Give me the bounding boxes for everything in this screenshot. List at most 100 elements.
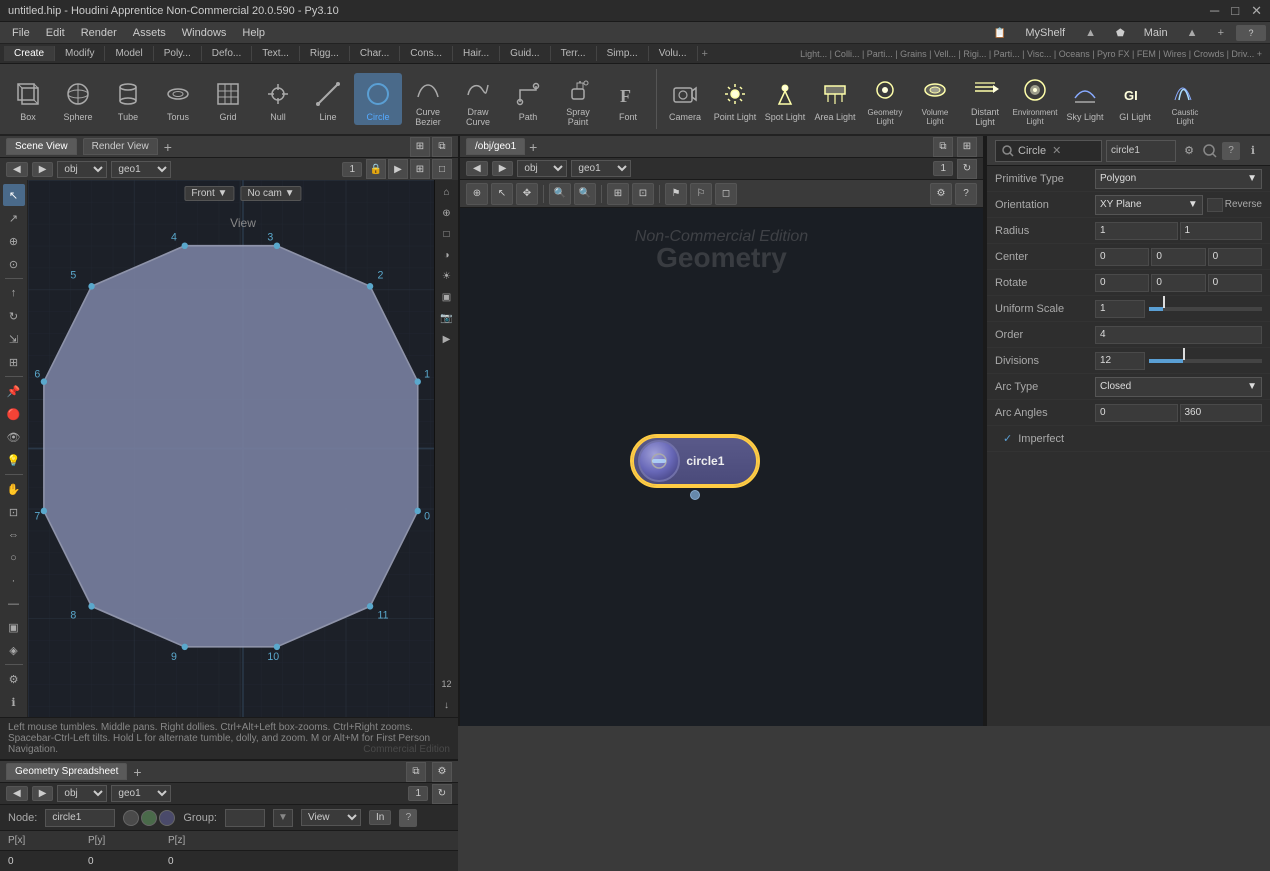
net-geo1[interactable]: geo1 xyxy=(571,160,631,177)
menu-windows[interactable]: Windows xyxy=(174,27,235,39)
props-info-btn[interactable]: ℹ xyxy=(1244,142,1262,160)
tool-sphere[interactable]: Sphere xyxy=(54,73,102,126)
node-flag2[interactable] xyxy=(141,810,157,826)
ltool-edge[interactable]: — xyxy=(3,593,25,615)
spreadsheet-float[interactable]: ⧉ xyxy=(406,762,426,782)
radius-field1[interactable]: 1 xyxy=(1095,222,1178,240)
net-grid[interactable]: ⊡ xyxy=(632,183,654,205)
node-flag1[interactable] xyxy=(123,810,139,826)
shelf-arrow[interactable]: ▲ xyxy=(1077,27,1104,39)
tool-torus[interactable]: Torus xyxy=(154,73,202,126)
tool-drawcurve[interactable]: Draw Curve xyxy=(454,68,502,131)
menu-edit[interactable]: Edit xyxy=(38,27,73,39)
ltool-pin[interactable]: 📌 xyxy=(3,380,25,402)
view-anim[interactable]: ▶ xyxy=(388,159,408,179)
obj-select[interactable]: obj xyxy=(57,161,107,178)
node-circle1[interactable]: circle1 xyxy=(630,434,760,500)
shelf-help[interactable]: ? xyxy=(1236,25,1266,41)
arc-angles-field1[interactable]: 0 xyxy=(1095,404,1178,422)
tool-gilight[interactable]: GI GI Light xyxy=(1111,73,1159,126)
net-collapse[interactable]: ◻ xyxy=(715,183,737,205)
menu-help[interactable]: Help xyxy=(234,27,273,39)
tool-path[interactable]: Path xyxy=(504,73,552,126)
ltool-scale[interactable]: ⇲ xyxy=(3,328,25,350)
tool-curvebezier[interactable]: Curve Bezier xyxy=(404,68,452,131)
net-flag2[interactable]: ⚐ xyxy=(690,183,712,205)
spr-obj[interactable]: obj xyxy=(57,785,107,802)
ltool-snap[interactable]: ⊡ xyxy=(3,501,25,523)
net-zoom-in[interactable]: 🔍 xyxy=(549,183,571,205)
tab-more[interactable]: + xyxy=(698,48,712,60)
arc-angles-field2[interactable]: 360 xyxy=(1180,404,1263,422)
shelf-main[interactable]: ⬟ Main ▲ xyxy=(1108,27,1206,39)
shelf-plus[interactable]: + xyxy=(1210,27,1232,39)
tool-font[interactable]: F Font xyxy=(604,73,652,126)
rtool-num1[interactable]: 12 xyxy=(437,674,457,694)
net-layout[interactable]: ⊞ xyxy=(607,183,629,205)
center-field2[interactable]: 0 xyxy=(1151,248,1205,266)
tab-volu[interactable]: Volu... xyxy=(649,46,698,61)
close-btn[interactable]: ✕ xyxy=(1251,3,1262,19)
net-move[interactable]: ✥ xyxy=(516,183,538,205)
rtool-bottom[interactable]: ↓ xyxy=(437,695,457,715)
spreadsheet-settings[interactable]: ⚙ xyxy=(432,762,452,782)
rtool-shade[interactable]: ◑ xyxy=(437,245,457,265)
ltool-rotate[interactable]: ↻ xyxy=(3,305,25,327)
ltool-vis[interactable]: 👁 xyxy=(3,426,25,448)
tab-rigg[interactable]: Rigg... xyxy=(300,46,350,61)
tool-causticlight[interactable]: Caustic Light xyxy=(1161,69,1209,130)
ltool-brush[interactable]: ⊕ xyxy=(3,230,25,252)
view-front-btn[interactable]: Front ▼ xyxy=(184,186,234,201)
ltool-hand[interactable]: ✋ xyxy=(3,478,25,500)
viewport[interactable]: 3 2 1 0 11 10 9 8 7 6 5 4 xyxy=(28,180,458,717)
arc-type-dropdown[interactable]: Closed ▼ xyxy=(1095,377,1262,397)
tab-scene-view[interactable]: Scene View xyxy=(6,138,77,155)
rtool-home[interactable]: ⌂ xyxy=(437,182,457,202)
tab-terr[interactable]: Terr... xyxy=(551,46,597,61)
spr-forward[interactable]: ▶ xyxy=(32,786,54,801)
tab-create[interactable]: Create xyxy=(4,46,55,61)
net-obj[interactable]: obj xyxy=(517,160,567,177)
order-field[interactable]: 4 xyxy=(1095,326,1262,344)
tab-char[interactable]: Char... xyxy=(350,46,400,61)
nav-back[interactable]: ◀ xyxy=(6,162,28,177)
view-grid[interactable]: ⊞ xyxy=(410,159,430,179)
ltool-light[interactable]: 💡 xyxy=(3,449,25,471)
tool-volumelight[interactable]: Volume Light xyxy=(911,69,959,130)
frame-num[interactable]: 1 xyxy=(342,162,362,177)
ltool-prims2[interactable]: ◈ xyxy=(3,639,25,661)
tool-distantlight[interactable]: Distant Light xyxy=(961,68,1009,131)
geo1-select[interactable]: geo1 xyxy=(111,161,171,178)
view-select[interactable]: View xyxy=(301,809,361,826)
search-clear[interactable]: ✕ xyxy=(1052,144,1061,157)
tab-network[interactable]: /obj/geo1 xyxy=(466,138,525,155)
view-wireframe[interactable]: □ xyxy=(432,159,452,179)
props-zoom-icon[interactable] xyxy=(1202,143,1218,159)
uniform-scale-field[interactable]: 1 xyxy=(1095,300,1145,318)
rtool-wireframe[interactable]: □ xyxy=(437,224,457,244)
tab-model[interactable]: Model xyxy=(105,46,153,61)
props-help-btn[interactable]: ? xyxy=(1222,142,1240,160)
tool-grid[interactable]: Grid xyxy=(204,73,252,126)
tool-camera[interactable]: Camera xyxy=(661,73,709,126)
menu-assets[interactable]: Assets xyxy=(125,27,174,39)
net-select[interactable]: ↖ xyxy=(491,183,513,205)
shelf-myshelf[interactable]: 📋 MyShelf xyxy=(986,27,1073,39)
tab-poly[interactable]: Poly... xyxy=(154,46,202,61)
ltool-info[interactable]: ℹ xyxy=(3,691,25,713)
window-controls[interactable]: ─ □ ✕ xyxy=(1210,3,1262,19)
tool-circle[interactable]: Circle xyxy=(354,73,402,126)
in-btn[interactable]: In xyxy=(369,810,391,825)
spr-geo1[interactable]: geo1 xyxy=(111,785,171,802)
scene-float-btn[interactable]: ⧉ xyxy=(432,137,452,157)
radius-field2[interactable]: 1 xyxy=(1180,222,1263,240)
node-name-input[interactable] xyxy=(1106,140,1176,162)
imperfect-check[interactable]: ✓ xyxy=(1003,432,1012,445)
view-lock[interactable]: 🔒 xyxy=(366,159,386,179)
tool-spraypaint[interactable]: Spray Paint xyxy=(554,68,602,131)
ltool-select[interactable]: ↖ xyxy=(3,184,25,206)
tool-geolight[interactable]: Geometry Light xyxy=(861,69,909,130)
ltool-arrow[interactable]: ↑ xyxy=(3,282,25,304)
network-float[interactable]: ⧉ xyxy=(933,137,953,157)
scene-split-btn[interactable]: ⊞ xyxy=(410,137,430,157)
